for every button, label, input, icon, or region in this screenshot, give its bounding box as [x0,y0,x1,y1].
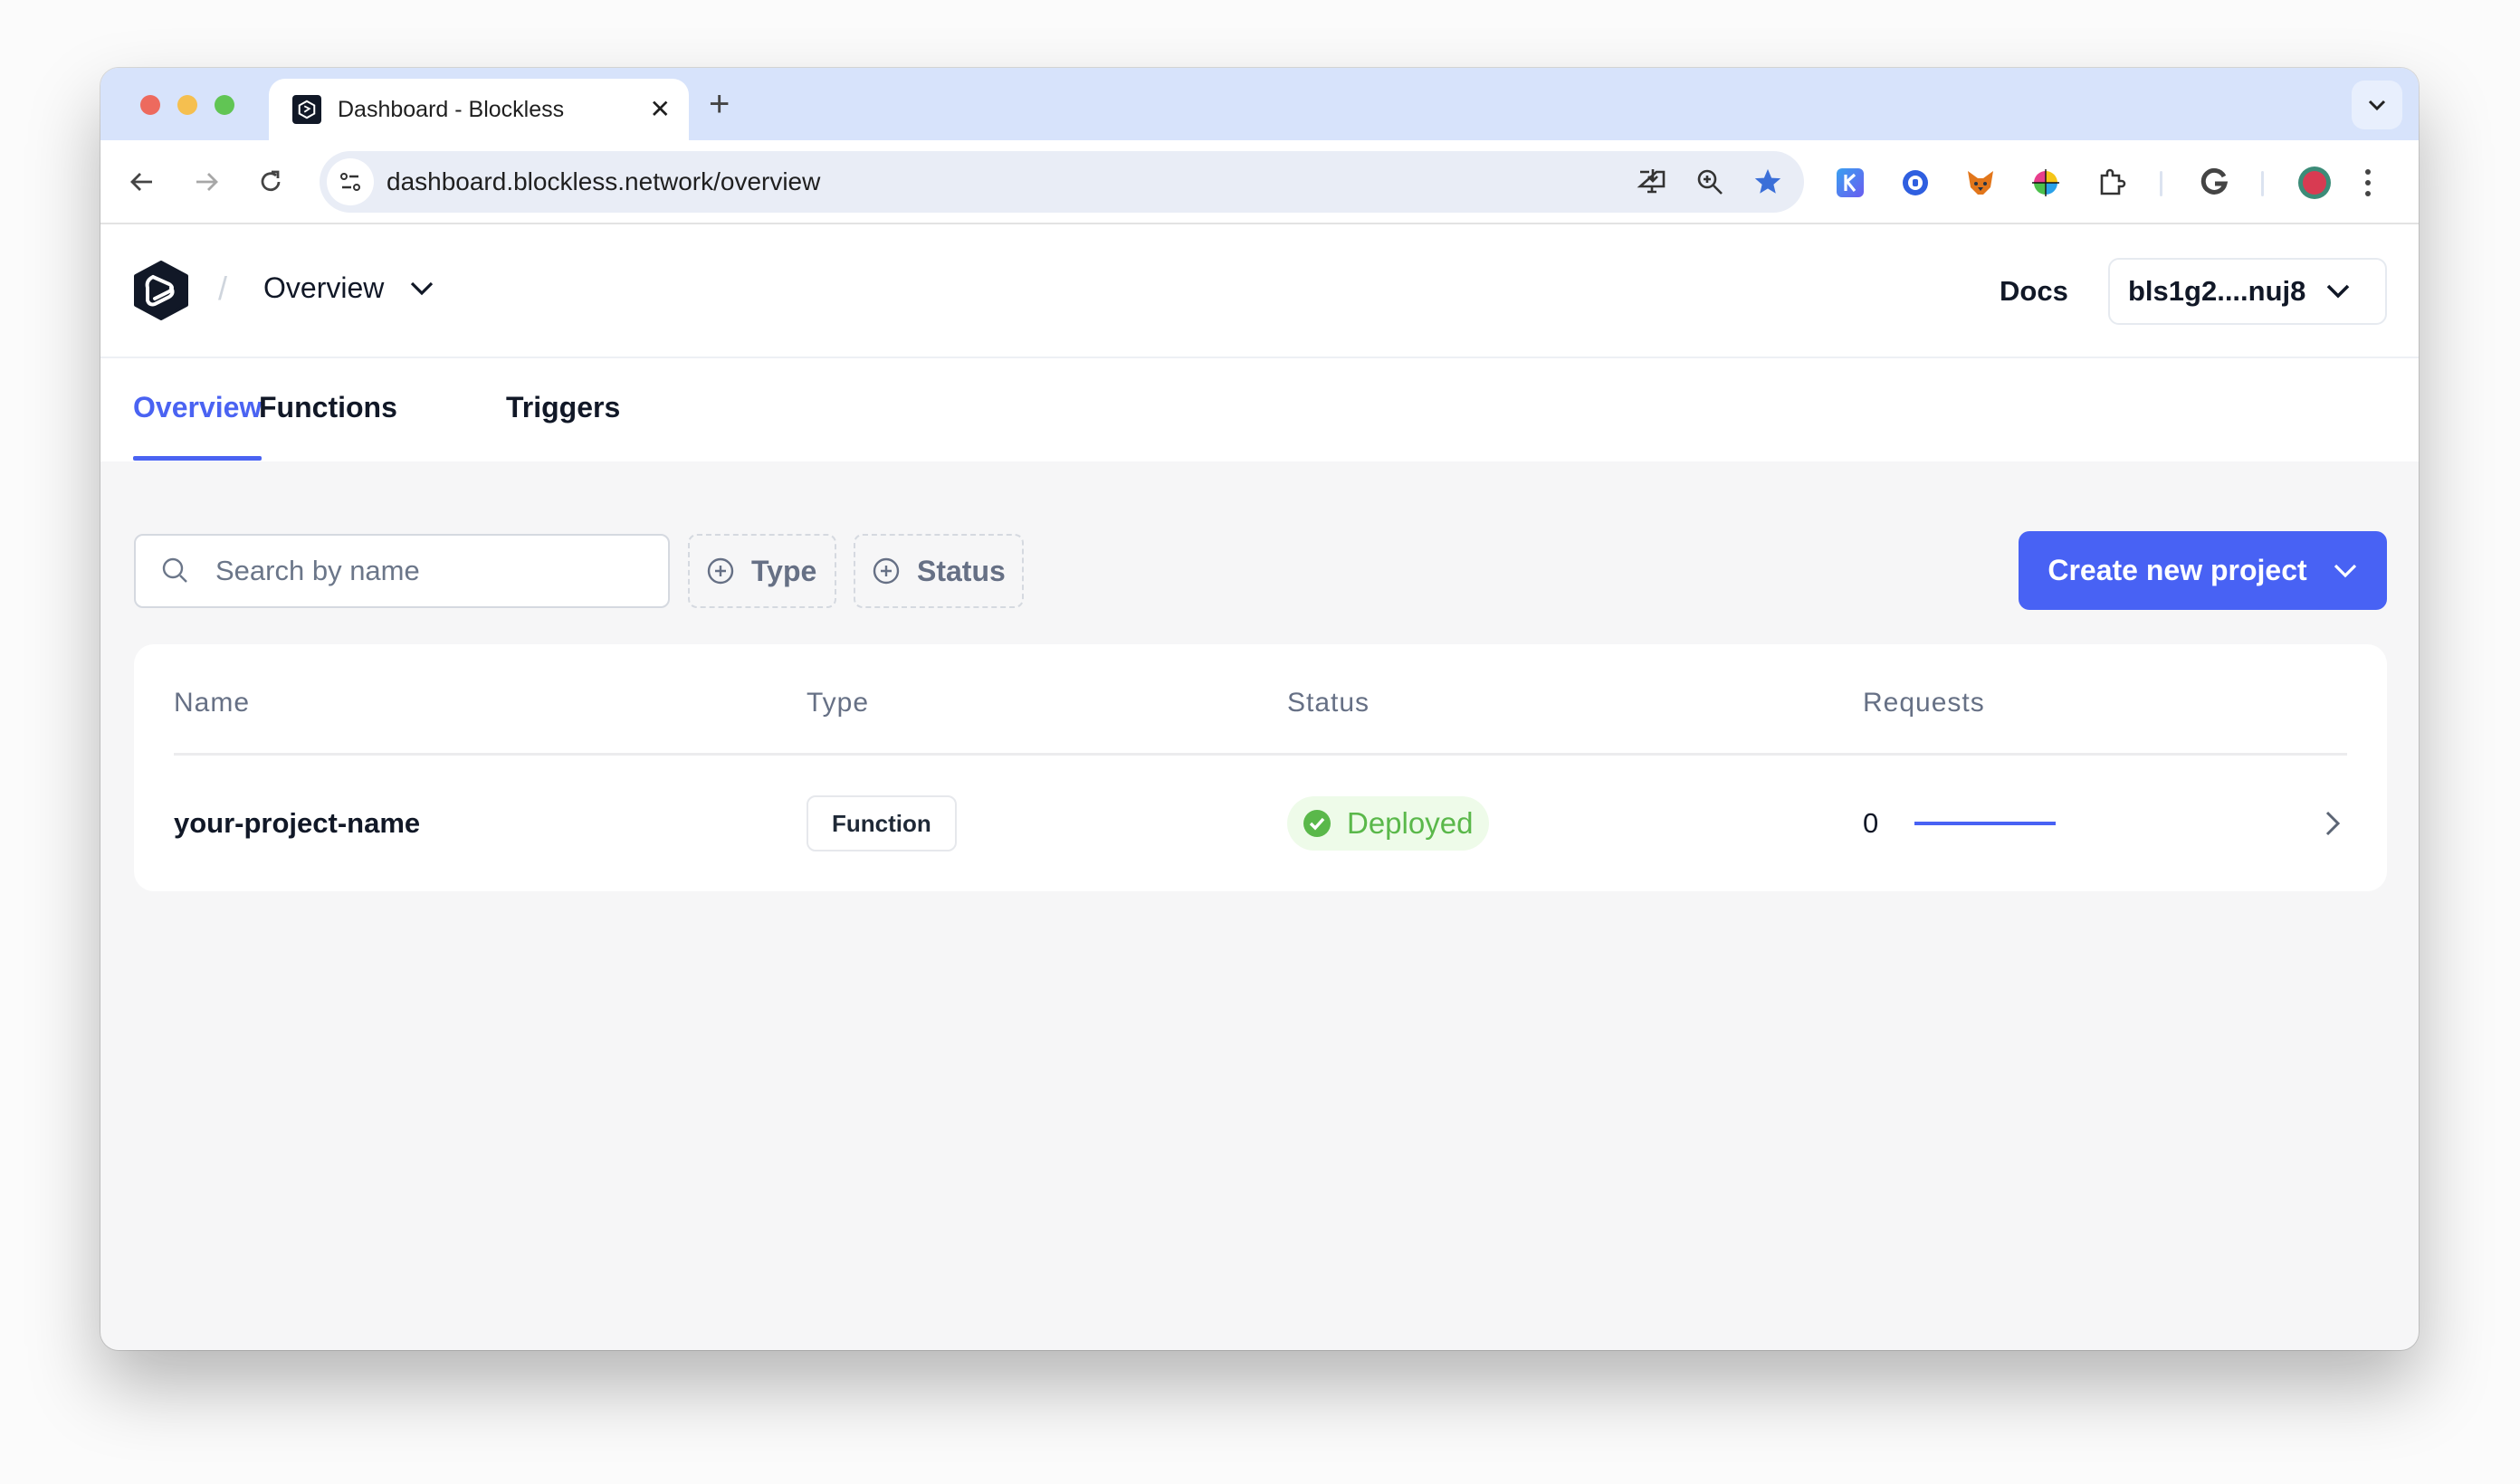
new-tab-icon[interactable]: + [709,84,730,124]
chevron-down-icon [2368,100,2386,111]
metamask-extension-icon[interactable] [1963,166,1998,200]
status-filter-label: Status [917,554,1006,587]
tab-title: Dashboard - Blockless [338,96,565,122]
blue-circle-extension-icon[interactable] [1898,166,1933,200]
toolbar-separator [2261,171,2264,196]
check-circle-icon [1303,810,1331,837]
column-header-name: Name [174,688,251,718]
browser-window: Dashboard - Blockless ✕ + dashboard.bloc… [100,68,2419,1350]
tab-functions[interactable]: Functions [259,391,397,424]
site-settings-icon[interactable] [327,158,374,205]
column-header-type: Type [807,688,870,718]
forward-icon[interactable] [188,164,224,200]
maximize-window-button[interactable] [215,95,234,115]
close-tab-icon[interactable]: ✕ [650,95,671,124]
table-row[interactable]: your-project-name Function Deployed 0 [134,756,2387,891]
kiwi-extension-icon[interactable] [1833,166,1867,200]
column-header-requests: Requests [1863,688,1985,718]
browser-tab-active[interactable]: Dashboard - Blockless ✕ [269,79,689,140]
address-bar[interactable]: dashboard.blockless.network/overview [320,151,1804,213]
wallet-address: bls1g2....nuj8 [2128,275,2306,307]
chevron-down-icon [411,281,434,295]
close-window-button[interactable] [140,95,160,115]
projects-table: Name Type Status Requests your-project-n… [134,644,2387,891]
type-badge: Function [807,795,957,851]
status-label: Deployed [1347,806,1474,840]
install-app-icon[interactable] [1636,166,1668,198]
tab-triggers[interactable]: Triggers [506,391,620,424]
browser-toolbar: dashboard.blockless.network/overview [100,140,2419,224]
extensions-puzzle-icon[interactable] [2095,166,2129,200]
bookmark-star-icon[interactable] [1752,166,1784,198]
wallet-selector[interactable]: bls1g2....nuj8 [2108,258,2387,325]
type-filter-label: Type [751,554,817,587]
reload-icon[interactable] [253,164,289,200]
url-text[interactable]: dashboard.blockless.network/overview [387,167,820,196]
search-input[interactable] [215,555,650,587]
browser-tab-bar: Dashboard - Blockless ✕ + [100,68,2419,140]
profile-avatar-icon[interactable] [2297,166,2332,200]
chevron-right-icon[interactable] [2315,805,2351,842]
status-filter-button[interactable]: Status [854,534,1024,608]
search-field[interactable] [134,534,670,608]
back-icon[interactable] [124,164,160,200]
breadcrumb-project-selector[interactable]: Overview [263,271,434,305]
blockless-logo-icon[interactable] [131,261,191,320]
active-tab-indicator [133,456,262,461]
section-tabs: Overview Functions Triggers [100,358,2419,461]
requests-count: 0 [1863,807,1879,839]
create-new-project-button[interactable]: Create new project [2019,531,2387,610]
create-new-project-label: Create new project [2048,554,2307,586]
zoom-icon[interactable] [1694,166,1726,198]
type-filter-button[interactable]: Type [688,534,836,608]
blockless-favicon-icon [292,95,321,124]
docs-link[interactable]: Docs [2000,275,2068,308]
status-badge: Deployed [1287,796,1490,851]
minimize-window-button[interactable] [177,95,197,115]
requests-sparkline [1914,822,2057,825]
chevron-down-icon [2334,564,2356,577]
app-header: / Overview Docs bls1g2....nuj8 [100,224,2419,358]
color-wheel-extension-icon[interactable] [2028,166,2063,200]
plus-circle-icon [707,557,734,585]
tab-search-button[interactable] [2352,81,2402,129]
browser-menu-icon[interactable] [2351,166,2385,200]
column-header-status: Status [1287,688,1370,718]
breadcrumb-separator: / [218,270,228,307]
search-icon [162,557,187,583]
plus-circle-icon [873,557,900,585]
toolbar-separator [2160,171,2162,196]
tab-overview[interactable]: Overview [133,391,262,424]
chevron-down-icon [2327,284,2350,299]
breadcrumb-current: Overview [263,271,385,304]
google-extension-icon[interactable] [2197,166,2231,200]
project-name[interactable]: your-project-name [174,807,420,840]
